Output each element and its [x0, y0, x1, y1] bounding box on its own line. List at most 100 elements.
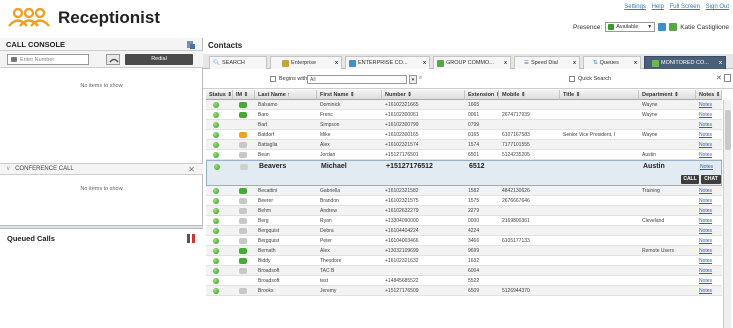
close-tab-icon[interactable]: x — [719, 57, 722, 69]
clear-filter-icon[interactable]: ✕ — [716, 74, 722, 82]
selected-contact-row[interactable]: Beavers Michael +15127176512 6512 Austin Note… — [206, 160, 722, 186]
table-row[interactable]: Bergquist Debra +16104404224 4224 Notes — [206, 226, 722, 236]
im-idle-icon[interactable] — [239, 152, 247, 158]
table-row[interactable]: Broadsoft TAC B 6004 Notes — [206, 266, 722, 276]
close-tab-icon[interactable]: x — [573, 57, 576, 69]
table-row[interactable]: Behm Andrew +16102632279 2279 Notes — [206, 206, 722, 216]
im-chat-icon[interactable] — [239, 188, 247, 194]
notes-link[interactable]: Notes — [696, 246, 722, 256]
close-tab-icon[interactable]: x — [423, 57, 426, 69]
dial-button[interactable] — [106, 54, 120, 65]
table-row[interactable]: Bart Simpson +16102300799 0799 Notes — [206, 120, 722, 130]
table-row[interactable]: Bergquist Peter +16104003466 3466 6105177133… — [206, 236, 722, 246]
im-idle-icon[interactable] — [239, 288, 247, 294]
collapse-icon[interactable]: ∨ — [6, 166, 10, 172]
settings-link[interactable]: Settings — [624, 4, 646, 10]
quick-search-checkbox[interactable] — [569, 76, 575, 82]
column-header-im[interactable]: IM ⇕ — [233, 90, 255, 100]
im-chat-icon[interactable] — [239, 258, 247, 264]
table-row[interactable]: Broadsoft test +14845685522 5522 Notes — [206, 276, 722, 286]
enter-number-input[interactable]: Enter Number — [7, 54, 89, 65]
im-idle-icon[interactable] — [239, 142, 247, 148]
conference-call-header[interactable]: ∨ CONFERENCE CALL ✕ — [0, 163, 203, 175]
tab-monitored-contacts[interactable]: MONITORED CO... x — [644, 56, 726, 69]
column-header-first-name[interactable]: First Name ⇕ — [317, 90, 382, 100]
column-header-department[interactable]: Department ⇕ — [639, 90, 696, 100]
filter-dropdown-arrow[interactable]: ▾ — [409, 75, 417, 84]
tab-speed-dial[interactable]: ☰ Speed Dial x — [514, 56, 580, 69]
redial-button[interactable]: Redial — [125, 54, 193, 65]
queue-filter-icon[interactable] — [187, 234, 195, 243]
im-chat-icon[interactable] — [239, 112, 247, 118]
tab-enterprise-common[interactable]: ENTERPRISE CO... x — [345, 56, 430, 69]
column-header-number[interactable]: Number ⇕ — [382, 90, 465, 100]
dial-pad-icon[interactable] — [187, 41, 195, 49]
notes-link[interactable]: Notes — [696, 150, 722, 160]
sign-out-link[interactable]: Sign Out — [706, 4, 729, 10]
notes-link[interactable]: Notes — [696, 186, 722, 196]
im-chat-icon[interactable] — [239, 102, 247, 108]
notes-link[interactable]: Notes — [696, 120, 722, 130]
table-row[interactable]: Battaglia Alex +16102321574 1574 7177101555 N… — [206, 140, 722, 150]
table-row[interactable]: Bean Jordan +15127176501 6501 5124235205 Aust… — [206, 150, 722, 160]
table-row[interactable]: Balsamo Dominick +16102321665 1665 Wayne Note… — [206, 100, 722, 110]
im-chat-icon[interactable] — [239, 248, 247, 254]
table-scrollbar[interactable] — [723, 100, 731, 328]
table-row[interactable]: Brooks Jeremy +15127176509 6509 5126944370 No… — [206, 286, 722, 296]
im-idle-icon[interactable] — [239, 208, 247, 214]
column-header-last-name[interactable]: Last Name ↑ — [255, 90, 317, 100]
export-icon[interactable] — [724, 74, 731, 82]
filter-field-select[interactable]: All — [307, 75, 407, 84]
notes-link[interactable]: Notes — [696, 256, 722, 266]
table-row[interactable]: Biddy Theodore +16102321632 1632 Notes — [206, 256, 722, 266]
column-header-title[interactable]: Title ⇕ — [560, 90, 639, 100]
notes-link[interactable]: Notes — [696, 276, 722, 286]
tab-group-common[interactable]: GROUP COMMO... x — [433, 56, 511, 69]
im-idle-icon[interactable] — [239, 198, 247, 204]
notes-link[interactable]: Notes — [696, 236, 722, 246]
close-tab-icon[interactable]: x — [335, 57, 338, 69]
column-header-status[interactable]: Status ⇕ — [206, 90, 233, 100]
im-idle-icon[interactable] — [239, 268, 247, 274]
table-row[interactable]: Berg Ryan +13304090000 0000 2169800361 Clevel… — [206, 216, 722, 226]
close-icon[interactable]: ✕ — [188, 164, 195, 175]
table-row[interactable]: Batdorf Mike +16102300165 0165 6107167583 Sen… — [206, 130, 722, 140]
table-row[interactable]: Baro Frenc +16102300061 0061 2674717939 Wayne… — [206, 110, 722, 120]
column-header-mobile[interactable]: Mobile ⇕ — [499, 90, 560, 100]
tab-queues[interactable]: ⇅ Queues x — [583, 56, 641, 69]
help-link[interactable]: Help — [652, 4, 664, 10]
notes-link[interactable]: Notes — [696, 140, 722, 150]
table-row[interactable]: Bernath Alex +13032109699 9699 Remote Users N… — [206, 246, 722, 256]
begins-with-checkbox[interactable] — [270, 76, 276, 82]
close-tab-icon[interactable]: x — [634, 57, 637, 69]
search-icon[interactable]: ⌕ — [419, 75, 422, 82]
notes-link[interactable]: Notes — [696, 100, 722, 110]
table-row[interactable]: Becattini Gabriella +16102321582 1582 484213… — [206, 186, 722, 196]
notes-link[interactable]: Notes — [696, 130, 722, 140]
notes-link[interactable]: Notes — [696, 206, 722, 216]
im-idle-icon[interactable] — [239, 228, 247, 234]
notes-link[interactable]: Notes — [696, 110, 722, 120]
tab-search[interactable]: 🔍︎ SEARCH — [209, 56, 267, 69]
notes-link[interactable]: Notes — [696, 216, 722, 226]
scrollbar-thumb[interactable] — [725, 110, 731, 150]
im-idle-icon[interactable] — [239, 218, 247, 224]
tab-enterprise[interactable]: Enterprise x — [270, 56, 342, 69]
im-chat-icon[interactable] — [239, 132, 247, 138]
column-header-extension[interactable]: Extension ⇕ — [465, 90, 499, 100]
notes-link[interactable]: Notes — [696, 226, 722, 236]
presence-select[interactable]: Available ▼ — [605, 22, 656, 32]
column-header-notes[interactable]: Notes ⇕ — [696, 90, 722, 100]
call-button[interactable]: CALL — [681, 175, 699, 184]
notes-link[interactable]: Notes — [697, 161, 713, 173]
table-row[interactable]: Beerer Brandon +16102321575 1575 2676667646 N… — [206, 196, 722, 206]
full-screen-link[interactable]: Full Screen — [670, 4, 700, 10]
chat-button[interactable]: CHAT — [701, 175, 721, 184]
im-idle-icon[interactable] — [239, 238, 247, 244]
im-idle-icon[interactable] — [240, 164, 248, 170]
notes-link[interactable]: Notes — [696, 266, 722, 276]
notes-link[interactable]: Notes — [696, 286, 722, 296]
dnd-icon[interactable] — [658, 23, 667, 31]
notes-link[interactable]: Notes — [696, 196, 722, 206]
close-tab-icon[interactable]: x — [504, 57, 507, 69]
